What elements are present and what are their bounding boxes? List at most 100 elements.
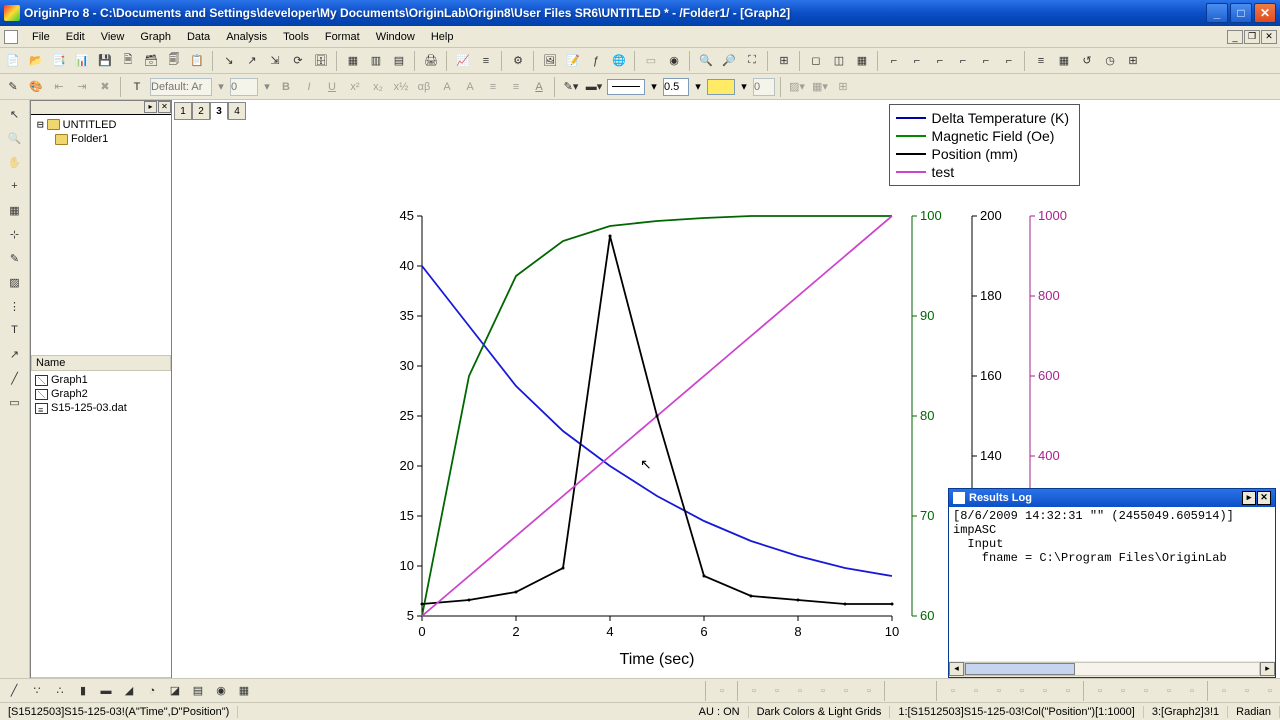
area-plot-button[interactable]: ◢ <box>119 681 139 701</box>
list-item[interactable]: Graph1 <box>33 373 169 387</box>
add-top-axis-button[interactable]: ⌐ <box>976 51 996 71</box>
new-project-button[interactable]: 📄 <box>3 51 23 71</box>
extract-layers-button[interactable]: ⌐ <box>884 51 904 71</box>
increase-font-button[interactable]: A <box>437 77 457 97</box>
menu-format[interactable]: Format <box>317 29 368 45</box>
results-log-titlebar[interactable]: Results Log ▸ ✕ <box>949 489 1275 507</box>
close-button[interactable]: ✕ <box>1254 3 1276 23</box>
greek-button[interactable]: αβ <box>414 77 434 97</box>
region-tool[interactable]: ⋮ <box>5 296 25 316</box>
add-bot-axis-button[interactable]: ⌐ <box>999 51 1019 71</box>
scroll-thumb[interactable] <box>965 663 1075 675</box>
add-left-axis-button[interactable]: ⌐ <box>930 51 950 71</box>
fill-color-button[interactable]: 🎨 <box>26 77 46 97</box>
maximize-button[interactable]: □ <box>1230 3 1252 23</box>
add-right-axis-button[interactable]: ⌐ <box>953 51 973 71</box>
text-annot-tool[interactable]: T <box>5 320 25 340</box>
pe-autohide-button[interactable]: ▸ <box>144 101 157 113</box>
arrange-4[interactable]: ▫ <box>1159 681 1179 701</box>
results-log-close-button[interactable]: ✕ <box>1257 491 1271 505</box>
menu-tools[interactable]: Tools <box>275 29 317 45</box>
worksheet-button[interactable]: ⊞ <box>1123 51 1143 71</box>
line-color-button[interactable]: ✎▾ <box>561 77 581 97</box>
object-edit-3[interactable]: ▫ <box>989 681 1009 701</box>
save-project-button[interactable]: 🗃 <box>141 51 161 71</box>
layer-tab-4[interactable]: 4 <box>228 102 246 120</box>
open-excel-button[interactable]: 📊 <box>72 51 92 71</box>
transparency-button[interactable]: ⊞ <box>833 77 853 97</box>
object-edit-6[interactable]: ▫ <box>1058 681 1078 701</box>
arrange-layers-button[interactable]: ≡ <box>1031 51 1051 71</box>
contour-button[interactable]: ◉ <box>211 681 231 701</box>
object-edit-2[interactable]: ▫ <box>966 681 986 701</box>
3d-plot-button[interactable]: ◪ <box>165 681 185 701</box>
layer-2-button[interactable]: ◫ <box>829 51 849 71</box>
column-plot-button[interactable]: ▮ <box>73 681 93 701</box>
line-tool[interactable]: ╱ <box>5 368 25 388</box>
font-size-input[interactable] <box>230 78 258 96</box>
screen-reader-tool[interactable]: ▦ <box>5 200 25 220</box>
underline-button[interactable]: U <box>322 77 342 97</box>
pan-tool[interactable]: ✋ <box>5 152 25 172</box>
object-edit-4[interactable]: ▫ <box>1012 681 1032 701</box>
duplicate-button[interactable]: ≡ <box>476 51 496 71</box>
menu-analysis[interactable]: Analysis <box>218 29 275 45</box>
arrange-2[interactable]: ▫ <box>1113 681 1133 701</box>
grp2-button[interactable]: ▫ <box>767 681 787 701</box>
gradient-button[interactable]: ▦▾ <box>810 77 830 97</box>
back-button[interactable]: ▫ <box>1237 681 1257 701</box>
rescale-button[interactable]: ⊞ <box>774 51 794 71</box>
subscript-button[interactable]: x₂ <box>368 77 388 97</box>
menu-help[interactable]: Help <box>423 29 462 45</box>
results-log-autohide-button[interactable]: ▸ <box>1242 491 1256 505</box>
rect-tool[interactable]: ▭ <box>5 392 25 412</box>
save-template-button[interactable]: 🗎 <box>118 51 138 71</box>
batch-button[interactable]: 📋 <box>187 51 207 71</box>
anti-alias-button[interactable]: ↺ <box>1077 51 1097 71</box>
open-button[interactable]: 📂 <box>26 51 46 71</box>
slide-show-button[interactable]: ▭ <box>641 51 661 71</box>
bar-plot-button[interactable]: ▬ <box>96 681 116 701</box>
new-workbook-button[interactable]: ▦ <box>343 51 363 71</box>
line-plot-button[interactable]: ╱ <box>4 681 24 701</box>
stack-plot-button[interactable]: ▤ <box>188 681 208 701</box>
speed-mode-button[interactable]: ◷ <box>1100 51 1120 71</box>
results-log-body[interactable]: [8/6/2009 14:32:31 "" (2455049.605914)] … <box>949 507 1275 661</box>
zoom-out-button[interactable]: 🔎 <box>719 51 739 71</box>
pe-close-button[interactable]: ✕ <box>158 101 171 113</box>
scatter-plot-button[interactable]: ∵ <box>27 681 47 701</box>
draw-data-tool[interactable]: ✎ <box>5 248 25 268</box>
import-db-button[interactable]: 🗄 <box>311 51 331 71</box>
layer-3-button[interactable]: ▦ <box>852 51 872 71</box>
menu-edit[interactable]: Edit <box>58 29 93 45</box>
object-edit-5[interactable]: ▫ <box>1035 681 1055 701</box>
menu-data[interactable]: Data <box>179 29 218 45</box>
group-button[interactable]: ▫ <box>1260 681 1280 701</box>
font-color-button[interactable]: A <box>529 77 549 97</box>
arrange-5[interactable]: ▫ <box>1182 681 1202 701</box>
legend[interactable]: Delta Temperature (K)Magnetic Field (Oe)… <box>889 104 1080 186</box>
arrange-3[interactable]: ▫ <box>1136 681 1156 701</box>
text-tool-button[interactable]: T <box>127 77 147 97</box>
merge-button[interactable]: ⌐ <box>907 51 927 71</box>
align-center-button[interactable]: ≡ <box>506 77 526 97</box>
menu-file[interactable]: File <box>24 29 58 45</box>
front-button[interactable]: ▫ <box>1214 681 1234 701</box>
align-left-button[interactable]: ≡ <box>483 77 503 97</box>
tree-root[interactable]: ⊟ UNTITLED <box>33 117 169 132</box>
import-multi-button[interactable]: ⇲ <box>265 51 285 71</box>
layer-tab-1[interactable]: 1 <box>174 102 192 120</box>
mask-show-button[interactable]: ▫ <box>712 681 732 701</box>
pattern-button[interactable]: ▨▾ <box>787 77 807 97</box>
layer-tab-2[interactable]: 2 <box>192 102 210 120</box>
minimize-button[interactable]: _ <box>1206 3 1228 23</box>
layer-tab-3[interactable]: 3 <box>210 102 228 120</box>
line-style-select[interactable] <box>607 79 645 95</box>
arrow-tool[interactable]: ↗ <box>5 344 25 364</box>
mask-tool[interactable]: ▨ <box>5 272 25 292</box>
border-width-input[interactable] <box>753 78 775 96</box>
mdi-restore-button[interactable]: ❐ <box>1244 30 1260 44</box>
supersubscript-button[interactable]: x½ <box>391 77 411 97</box>
grp3-button[interactable]: ▫ <box>790 681 810 701</box>
object-edit-1[interactable]: ▫ <box>943 681 963 701</box>
